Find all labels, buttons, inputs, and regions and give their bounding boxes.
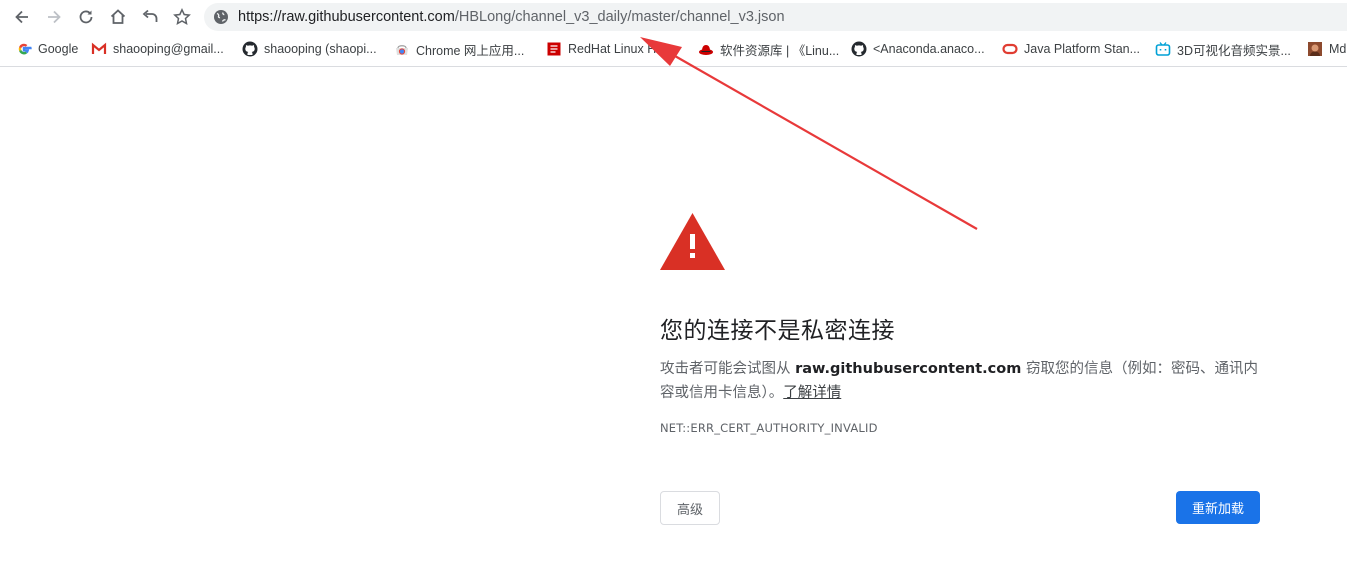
- warning-triangle-icon: [660, 213, 725, 270]
- arrow-right-icon: [48, 10, 61, 24]
- bookmark-star-button[interactable]: [169, 4, 195, 30]
- bookmark-google[interactable]: Google: [16, 39, 78, 59]
- url-path: /HBLong/channel_v3_daily/master/channel_…: [454, 9, 785, 25]
- google-icon: [16, 41, 32, 57]
- bookmark-label: <Anaconda.anaco...: [873, 42, 985, 56]
- redhat-book-icon: [546, 41, 562, 57]
- home-button[interactable]: [105, 4, 131, 30]
- learn-more-link[interactable]: 了解详情: [783, 385, 841, 401]
- bookmark-label: RedHat Linux Hel...: [568, 42, 677, 56]
- bookmark-label: Google: [38, 42, 79, 56]
- globe-icon: [214, 10, 228, 24]
- undo-button[interactable]: [137, 4, 163, 30]
- bookmark-redhat-help[interactable]: RedHat Linux Hel...: [546, 39, 676, 59]
- explanation-text: 攻击者可能会试图从 raw.githubusercontent.com 窃取您的…: [660, 357, 1270, 405]
- bookmark-label: Java Platform Stan...: [1024, 42, 1141, 56]
- bookmark-label: 3D可视化音频实景...: [1177, 43, 1291, 58]
- bilibili-icon: [1155, 41, 1171, 57]
- url-host: https://raw.githubusercontent.com: [238, 9, 455, 25]
- bookmark-label: 软件资源库 | 《Linu...: [720, 43, 840, 58]
- bookmark-gmail[interactable]: shaooping@gmail...: [91, 39, 224, 59]
- arrow-left-icon: [15, 10, 28, 24]
- md-icon: [1307, 41, 1323, 57]
- bookmark-github-anaconda[interactable]: <Anaconda.anaco...: [851, 39, 985, 59]
- github-icon: [242, 41, 258, 57]
- page-title: 您的连接不是私密连接: [660, 318, 895, 344]
- chrome-web-store-icon: [394, 41, 410, 57]
- annotation-arrow: [640, 37, 978, 230]
- bookmark-label: shaooping (shaopi...: [264, 42, 377, 56]
- redhat-icon: [698, 41, 714, 57]
- bookmarks-bar: Google shaooping@gmail... shaooping (sha…: [0, 34, 1347, 67]
- oracle-icon: [1002, 41, 1018, 57]
- bookmark-3d-audio[interactable]: 3D可视化音频实景...: [1155, 39, 1291, 59]
- gmail-icon: [91, 41, 107, 57]
- bookmark-chrome-web-store[interactable]: Chrome 网上应用...: [394, 39, 524, 59]
- star-icon: [173, 8, 191, 25]
- home-icon: [110, 9, 126, 24]
- bookmark-linux-repo[interactable]: 软件资源库 | 《Linu...: [698, 39, 839, 59]
- bookmark-java-platform[interactable]: Java Platform Stan...: [1002, 39, 1140, 59]
- forward-button[interactable]: [41, 4, 67, 30]
- bookmark-label: shaooping@gmail...: [113, 42, 224, 56]
- address-bar[interactable]: https://raw.githubusercontent.com/HBLong…: [204, 3, 1347, 31]
- advanced-button[interactable]: 高级: [660, 491, 720, 525]
- error-code: NET::ERR_CERT_AUTHORITY_INVALID: [660, 421, 878, 435]
- explanation-prefix: 攻击者可能会试图从: [660, 361, 796, 377]
- back-button[interactable]: [9, 4, 35, 30]
- browser-toolbar: https://raw.githubusercontent.com/HBLong…: [0, 0, 1347, 33]
- bookmark-md[interactable]: Md: [1307, 39, 1346, 59]
- reload-toolbar-button[interactable]: [73, 4, 99, 30]
- bookmark-label: Chrome 网上应用...: [416, 43, 525, 58]
- refresh-icon: [79, 10, 93, 24]
- url-text[interactable]: https://raw.githubusercontent.com/HBLong…: [238, 8, 785, 26]
- bookmark-github-shaooping[interactable]: shaooping (shaopi...: [242, 39, 377, 59]
- explanation-host: raw.githubusercontent.com: [795, 361, 1022, 377]
- reload-button[interactable]: 重新加载: [1176, 491, 1260, 524]
- undo-icon: [142, 9, 158, 22]
- bookmark-label: Md: [1329, 42, 1347, 56]
- github-icon: [851, 41, 867, 57]
